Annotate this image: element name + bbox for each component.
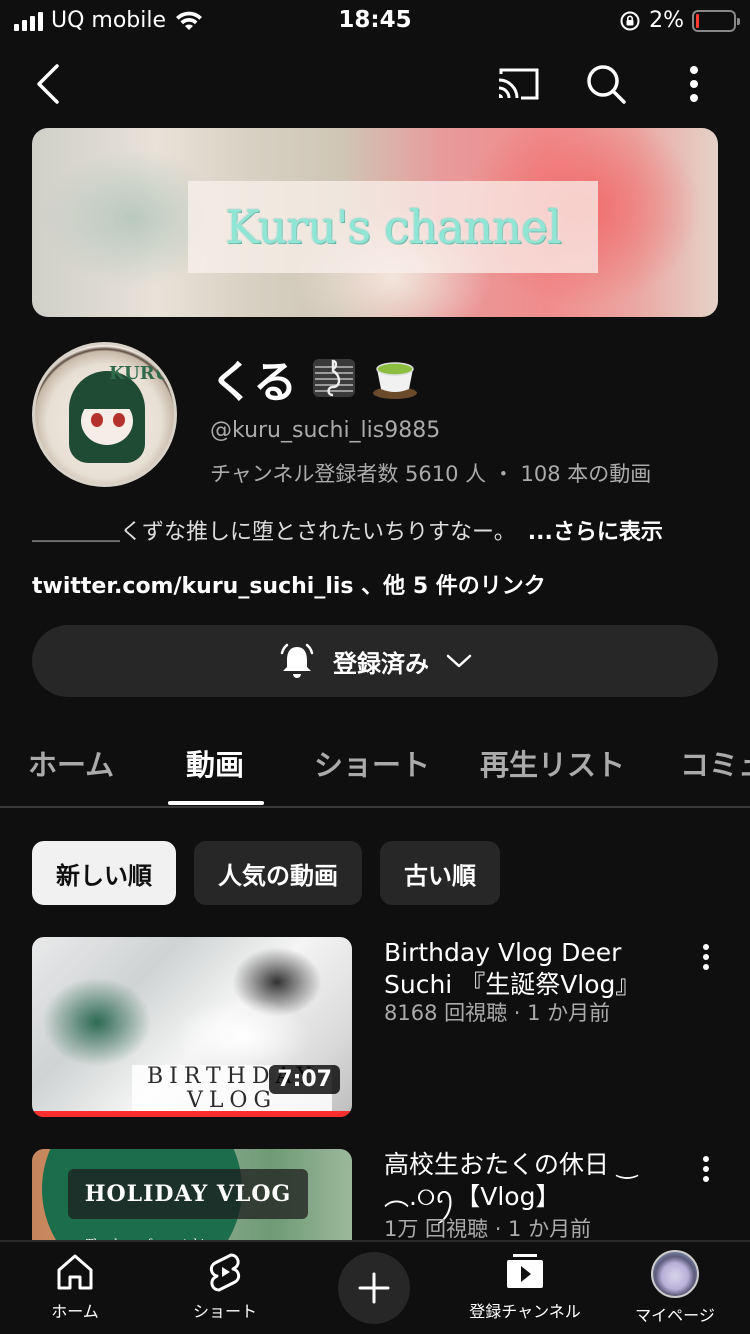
- my-avatar: [651, 1250, 699, 1298]
- channel-banner[interactable]: Kuru's channel: [32, 128, 718, 317]
- banner-title: Kuru's channel: [225, 200, 561, 254]
- channel-links[interactable]: twitter.com/kuru_suchi_lis 、他 5 件のリンク: [32, 568, 546, 600]
- video-title[interactable]: Birthday Vlog Deer Suchi 『生誕祭Vlog』: [384, 937, 684, 1001]
- channel-tabs: ホーム 動画 ショート 再生リスト コミュ: [0, 732, 750, 808]
- chip-oldest[interactable]: 古い順: [380, 841, 500, 905]
- nav-subscriptions-label: 登録チャンネル: [469, 1302, 581, 1321]
- banner-plate: Kuru's channel: [188, 181, 598, 273]
- search-button[interactable]: [582, 60, 630, 108]
- channel-description[interactable]: ＿＿＿＿くずな推しに堕とされたいちりすなー。 ...さらに表示: [32, 514, 663, 546]
- cast-icon: [498, 68, 539, 100]
- more-vert-icon: [703, 1156, 709, 1182]
- description-text: ＿＿＿＿くずな推しに堕とされたいちりすなー。: [32, 520, 516, 545]
- status-bar: UQ mobile 18:45 2%: [0, 0, 750, 44]
- search-icon: [587, 65, 626, 104]
- cast-button[interactable]: [492, 62, 544, 106]
- subscribed-label: 登録済み: [333, 649, 429, 678]
- nav-home[interactable]: ホーム: [0, 1250, 150, 1322]
- nav-shorts-label: ショート: [192, 1302, 257, 1321]
- video-meta: 8168 回視聴 · 1 か月前: [384, 1001, 611, 1025]
- video-thumbnail[interactable]: BIRTHDAY VLOG 7:07: [32, 937, 352, 1117]
- tab-home[interactable]: ホーム: [28, 742, 114, 784]
- sort-chips: 新しい順 人気の動画 古い順: [32, 841, 500, 905]
- video-more-button[interactable]: [694, 943, 718, 979]
- video-item[interactable]: BIRTHDAY VLOG 7:07 Birthday Vlog Deer Su…: [32, 937, 718, 1117]
- orientation-lock-icon: [620, 11, 640, 30]
- video-meta: 1万 回視聴 · 1 か月前: [384, 1217, 592, 1241]
- tab-playlists[interactable]: 再生リスト: [480, 742, 625, 784]
- show-more-link[interactable]: ...さらに表示: [528, 520, 663, 545]
- back-icon: [37, 64, 59, 104]
- top-app-bar: [0, 50, 750, 120]
- channel-name-text: くる: [210, 357, 298, 408]
- tab-shorts[interactable]: ショート: [314, 742, 430, 784]
- subscribed-button[interactable]: 登録済み: [32, 625, 718, 697]
- nav-home-label: ホーム: [51, 1302, 99, 1321]
- plus-icon: [358, 1272, 390, 1304]
- tea-cup-icon: [373, 362, 418, 399]
- nav-me[interactable]: マイページ: [600, 1250, 750, 1326]
- create-button[interactable]: [338, 1252, 410, 1324]
- channel-stats: チャンネル登録者数 5610 人 ・ 108 本の動画: [210, 462, 652, 486]
- watched-progress-bar: [32, 1111, 352, 1117]
- video-duration: 7:07: [269, 1065, 340, 1094]
- channel-avatar[interactable]: KURU: [32, 342, 177, 487]
- tab-community[interactable]: コミュ: [680, 742, 750, 784]
- chip-newest[interactable]: 新しい順: [32, 841, 176, 905]
- battery-percent: 2%: [649, 8, 684, 33]
- status-right: 2%: [619, 8, 740, 33]
- chevron-down-icon: [446, 654, 472, 668]
- avatar-logo-text: KURU: [109, 363, 171, 384]
- video-title[interactable]: 高校生おたくの休日 ‿︵.୦ꪆ【Vlog】: [384, 1149, 684, 1213]
- shorts-icon: [209, 1253, 241, 1292]
- bottom-navigation: ホーム ショート 登録チャンネル マイページ: [0, 1240, 750, 1334]
- nav-shorts[interactable]: ショート: [150, 1250, 300, 1322]
- subscriptions-icon: [507, 1254, 543, 1288]
- youtube-channel-page: UQ mobile 18:45 2% Kuru's channel KURU く…: [0, 0, 750, 1334]
- nav-subscriptions[interactable]: 登録チャンネル: [450, 1250, 600, 1322]
- home-icon: [57, 1254, 93, 1290]
- tab-videos[interactable]: 動画: [186, 742, 244, 784]
- video-item[interactable]: HOLIDAY VLOG Thank you for watching 高校生お…: [32, 1149, 718, 1329]
- channel-handle: @kuru_suchi_lis9885: [210, 418, 441, 443]
- more-options-button[interactable]: [676, 62, 712, 106]
- chip-popular[interactable]: 人気の動画: [194, 841, 362, 905]
- more-vert-icon: [703, 944, 709, 970]
- bell-icon: [280, 643, 314, 678]
- active-tab-indicator: [168, 801, 264, 805]
- battery-icon: [692, 9, 740, 32]
- back-button[interactable]: [26, 62, 70, 106]
- thumbnail-text: HOLIDAY VLOG: [68, 1169, 308, 1219]
- more-vert-icon: [690, 66, 698, 102]
- channel-name: くる: [210, 346, 419, 410]
- video-more-button[interactable]: [694, 1155, 718, 1191]
- nav-me-label: マイページ: [635, 1306, 715, 1325]
- musical-score-icon: [313, 359, 356, 397]
